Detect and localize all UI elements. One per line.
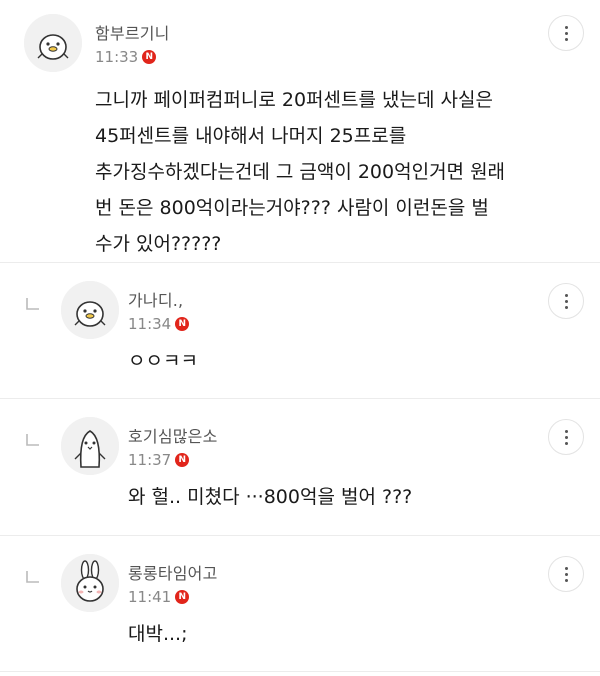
comment-time: 11:33: [95, 48, 139, 66]
reply-arrow-icon: [26, 298, 40, 310]
comment-item: 함부르기니 11:33 N 그니까 페이퍼컴퍼니로 20퍼센트를 냈는데 사실은…: [0, 0, 600, 262]
more-options-button[interactable]: [548, 419, 584, 455]
duck-avatar-icon: [24, 14, 82, 72]
comment-nickname[interactable]: 함부르기니: [95, 20, 170, 44]
more-vertical-icon: [564, 293, 568, 297]
reply-item: 호기심많은소 11:37 N 와 헐.. 미쳤다 ···800억을 벌어 ???: [0, 399, 600, 535]
avatar[interactable]: [61, 554, 119, 612]
more-vertical-icon: [564, 429, 568, 433]
comment-text: 그니까 페이퍼컴퍼니로 20퍼센트를 냈는데 사실은 45퍼센트를 내야해서 나…: [95, 89, 506, 255]
avatar[interactable]: [24, 14, 82, 72]
reply-item: 가나디., 11:34 N ㅇㅇㅋㅋ: [0, 263, 600, 398]
comment-text: 대박...;: [128, 623, 188, 645]
avatar[interactable]: [61, 281, 119, 339]
comment-time: 11:41: [128, 588, 172, 606]
comment-nickname[interactable]: 가나디.,: [128, 287, 183, 311]
new-badge: N: [175, 590, 190, 604]
comment-text: 와 헐.. 미쳤다 ···800억을 벌어 ???: [128, 486, 413, 508]
more-options-button[interactable]: [548, 556, 584, 592]
comment-nickname[interactable]: 호기심많은소: [128, 423, 218, 447]
divider: [0, 671, 600, 672]
more-vertical-icon: [564, 566, 568, 570]
more-options-button[interactable]: [548, 15, 584, 51]
rabbit-avatar-icon: [61, 554, 119, 612]
comment-time: 11:34: [128, 315, 172, 333]
more-options-button[interactable]: [548, 283, 584, 319]
comment-time: 11:37: [128, 451, 172, 469]
comment-nickname[interactable]: 롱롱타임어고: [128, 560, 218, 584]
more-vertical-icon: [564, 25, 568, 29]
comment-text: ㅇㅇㅋㅋ: [128, 350, 198, 372]
avatar[interactable]: [61, 417, 119, 475]
new-badge: N: [175, 453, 190, 467]
duck-avatar-icon: [61, 281, 119, 339]
reply-arrow-icon: [26, 434, 40, 446]
reply-arrow-icon: [26, 571, 40, 583]
reply-item: 롱롱타임어고 11:41 N 대박...;: [0, 536, 600, 671]
penguin-avatar-icon: [61, 417, 119, 475]
new-badge: N: [175, 317, 190, 331]
new-badge: N: [142, 50, 157, 64]
